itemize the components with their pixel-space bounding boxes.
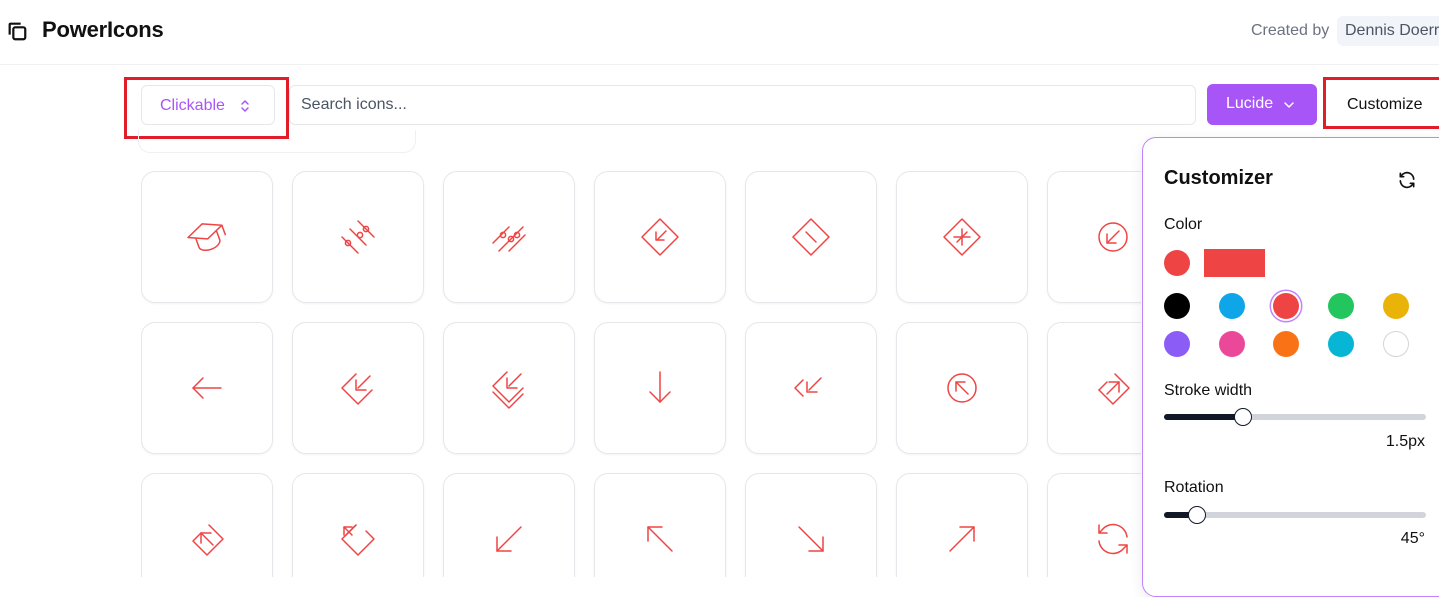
stroke-width-fill <box>1164 414 1243 420</box>
arrow-down-right-icon <box>798 526 824 552</box>
color-swatch-black[interactable] <box>1164 293 1190 319</box>
chevron-down-icon <box>1284 102 1294 108</box>
stroke-width-slider[interactable] <box>1164 414 1426 420</box>
color-swatch-cyan[interactable] <box>1328 331 1354 357</box>
icon-tile[interactable] <box>594 322 726 454</box>
icon-tile[interactable] <box>292 171 424 303</box>
icon-tile[interactable] <box>745 171 877 303</box>
icon-tile[interactable] <box>141 322 273 454</box>
customize-button[interactable]: Customize <box>1335 85 1435 125</box>
arrow-down-left-icon <box>496 526 522 552</box>
tag-arrow-out-icon <box>1098 373 1130 405</box>
tag-arrow-up-left-icon <box>192 524 224 556</box>
color-swatch-red[interactable] <box>1273 293 1299 319</box>
icon-tile[interactable] <box>1047 171 1141 303</box>
icon-tile[interactable] <box>896 473 1028 577</box>
stroke-width-label: Stroke width <box>1164 382 1253 399</box>
icon-tile[interactable] <box>594 473 726 577</box>
graduation-cap-icon <box>187 223 227 252</box>
sliders-slanted-icon <box>492 226 526 252</box>
rotation-thumb[interactable] <box>1187 506 1206 524</box>
author-link[interactable]: Dennis Doerr <box>1337 16 1439 46</box>
icon-tile[interactable] <box>443 322 575 454</box>
arrow-down-icon <box>649 371 671 403</box>
app-title: PowerIcons <box>42 17 164 42</box>
library-label: Lucide <box>1226 95 1274 112</box>
color-swatch-yellow[interactable] <box>1383 293 1409 319</box>
sliders-diagonal-icon <box>341 220 375 254</box>
stroke-width-value: 1.5px <box>1385 433 1425 450</box>
icon-tile[interactable] <box>443 473 575 577</box>
icon-tile[interactable] <box>1047 473 1141 577</box>
mode-select[interactable]: Clickable <box>141 85 275 125</box>
mode-select-label: Clickable <box>160 97 225 114</box>
icon-tile[interactable] <box>292 473 424 577</box>
customizer-title: Customizer <box>1164 167 1273 189</box>
refresh-cw-icon <box>1098 523 1128 555</box>
tag-arrow-out-alt-icon <box>341 524 375 556</box>
color-swatch-pink[interactable] <box>1219 331 1245 357</box>
arrow-down-left-double-icon <box>794 377 822 397</box>
icon-grid <box>141 171 1141 577</box>
app-header: PowerIcons Created by Dennis Doerr <box>0 0 1439 65</box>
dropdown-edge <box>138 130 416 153</box>
color-swatch-sky[interactable] <box>1219 293 1245 319</box>
icon-tile[interactable] <box>745 322 877 454</box>
icon-tile[interactable] <box>1047 322 1141 454</box>
icon-tile[interactable] <box>292 322 424 454</box>
circle-arrow-down-left-icon <box>1098 222 1128 252</box>
chevrons-up-down-icon <box>241 100 249 112</box>
current-color-dot <box>1164 250 1190 276</box>
tag-arrow-in-icon <box>341 373 373 405</box>
refresh-icon[interactable] <box>1397 170 1417 190</box>
color-label: Color <box>1164 216 1203 233</box>
color-swatch-orange[interactable] <box>1273 331 1299 357</box>
arrow-up-left-icon <box>647 526 673 552</box>
credit-label: Created by <box>1251 22 1330 39</box>
color-swatch-white[interactable] <box>1383 331 1409 357</box>
icon-tile[interactable] <box>896 171 1028 303</box>
badge-plus-icon <box>943 218 981 256</box>
customizer-panel: Customizer Color Stroke width 1.5px Rota… <box>1142 137 1439 597</box>
search-input[interactable] <box>289 85 1196 125</box>
color-swatch-violet[interactable] <box>1164 331 1190 357</box>
rotation-label: Rotation <box>1164 479 1224 496</box>
icon-tile[interactable] <box>141 171 273 303</box>
icon-tile[interactable] <box>594 171 726 303</box>
tags-arrow-in-icon <box>492 371 524 409</box>
stroke-width-thumb[interactable] <box>1233 408 1252 426</box>
badge-arrow-in-icon <box>641 218 679 256</box>
circle-arrow-up-left-icon <box>947 373 977 403</box>
icon-tile[interactable] <box>443 171 575 303</box>
icon-tile[interactable] <box>141 473 273 577</box>
icon-tile[interactable] <box>745 473 877 577</box>
copy-logo-icon <box>8 22 27 41</box>
color-swatch-green[interactable] <box>1328 293 1354 319</box>
badge-minus-icon <box>792 218 830 256</box>
arrow-left-icon <box>192 377 222 399</box>
icon-tile[interactable] <box>896 322 1028 454</box>
library-dropdown-button[interactable]: Lucide <box>1207 84 1317 125</box>
rotation-value: 45° <box>1400 530 1425 547</box>
current-color-swatch[interactable] <box>1204 249 1265 277</box>
arrow-up-right-icon <box>949 526 975 552</box>
